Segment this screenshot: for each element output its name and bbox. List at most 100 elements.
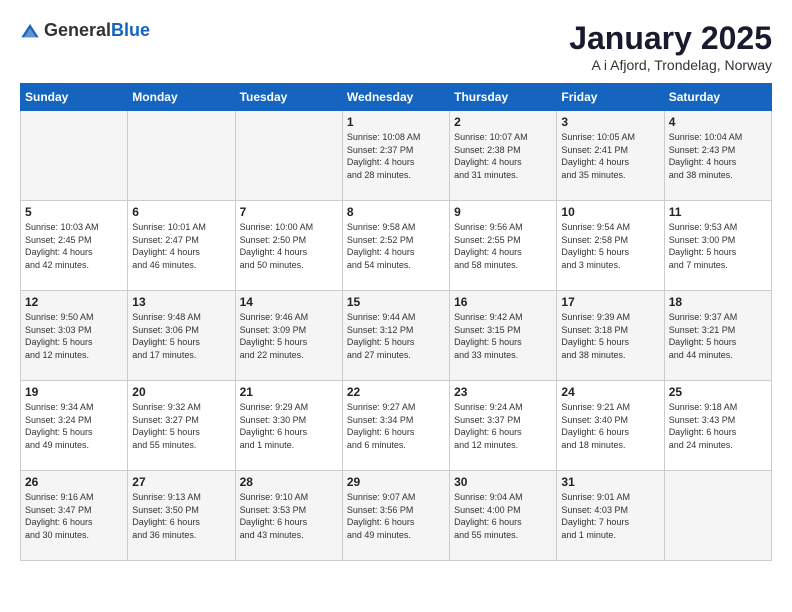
day-cell: 12Sunrise: 9:50 AM Sunset: 3:03 PM Dayli… xyxy=(21,291,128,381)
logo: GeneralBlue xyxy=(20,20,150,41)
day-cell: 6 Sunrise: 10:01 AM Sunset: 2:47 PM Dayli… xyxy=(128,201,235,291)
day-info: Sunrise: 9:01 AM Sunset: 4:03 PM Dayligh… xyxy=(561,491,659,541)
week-row-3: 12Sunrise: 9:50 AM Sunset: 3:03 PM Dayli… xyxy=(21,291,772,381)
day-number: 12 xyxy=(25,295,123,309)
day-number: 13 xyxy=(132,295,230,309)
day-number: 19 xyxy=(25,385,123,399)
day-cell: 28 Sunrise: 9:10 AM Sunset: 3:53 PM Dayli… xyxy=(235,471,342,561)
day-cell: 13 Sunrise: 9:48 AM Sunset: 3:06 PM Dayli… xyxy=(128,291,235,381)
day-info: Sunrise: 9:48 AM Sunset: 3:06 PM Dayligh… xyxy=(132,311,230,361)
day-number: 27 xyxy=(132,475,230,489)
day-cell: 21 Sunrise: 9:29 AM Sunset: 3:30 PM Dayli… xyxy=(235,381,342,471)
day-info: Sunrise: 9:07 AM Sunset: 3:56 PM Dayligh… xyxy=(347,491,445,541)
day-number: 15 xyxy=(347,295,445,309)
day-info: Sunrise: 9:04 AM Sunset: 4:00 PM Dayligh… xyxy=(454,491,552,541)
day-number: 22 xyxy=(347,385,445,399)
day-cell: 17 Sunrise: 9:39 AM Sunset: 3:18 PM Dayli… xyxy=(557,291,664,381)
day-cell: 2 Sunrise: 10:07 AM Sunset: 2:38 PM Dayli… xyxy=(450,111,557,201)
day-cell xyxy=(128,111,235,201)
day-cell: 8Sunrise: 9:58 AM Sunset: 2:52 PM Daylig… xyxy=(342,201,449,291)
day-info: Sunrise: 9:46 AM Sunset: 3:09 PM Dayligh… xyxy=(240,311,338,361)
header: GeneralBlue January 2025 A i Afjord, Tro… xyxy=(20,20,772,73)
day-info: Sunrise: 9:18 AM Sunset: 3:43 PM Dayligh… xyxy=(669,401,767,451)
week-row-2: 5 Sunrise: 10:03 AM Sunset: 2:45 PM Dayli… xyxy=(21,201,772,291)
header-cell-wednesday: Wednesday xyxy=(342,84,449,111)
day-info: Sunrise: 10:01 AM Sunset: 2:47 PM Daylig… xyxy=(132,221,230,271)
day-cell: 19 Sunrise: 9:34 AM Sunset: 3:24 PM Dayli… xyxy=(21,381,128,471)
day-info: Sunrise: 9:54 AM Sunset: 2:58 PM Dayligh… xyxy=(561,221,659,271)
day-number: 26 xyxy=(25,475,123,489)
day-cell: 18Sunrise: 9:37 AM Sunset: 3:21 PM Dayli… xyxy=(664,291,771,381)
header-row: SundayMondayTuesdayWednesdayThursdayFrid… xyxy=(21,84,772,111)
day-number: 3 xyxy=(561,115,659,129)
day-info: Sunrise: 10:04 AM Sunset: 2:43 PM Daylig… xyxy=(669,131,767,181)
day-cell: 15Sunrise: 9:44 AM Sunset: 3:12 PM Dayli… xyxy=(342,291,449,381)
day-info: Sunrise: 9:56 AM Sunset: 2:55 PM Dayligh… xyxy=(454,221,552,271)
day-cell: 16 Sunrise: 9:42 AM Sunset: 3:15 PM Dayli… xyxy=(450,291,557,381)
header-cell-saturday: Saturday xyxy=(664,84,771,111)
header-cell-sunday: Sunday xyxy=(21,84,128,111)
header-cell-monday: Monday xyxy=(128,84,235,111)
day-cell: 14 Sunrise: 9:46 AM Sunset: 3:09 PM Dayli… xyxy=(235,291,342,381)
day-number: 23 xyxy=(454,385,552,399)
day-number: 20 xyxy=(132,385,230,399)
calendar-table: SundayMondayTuesdayWednesdayThursdayFrid… xyxy=(20,83,772,561)
day-cell: 3 Sunrise: 10:05 AM Sunset: 2:41 PM Dayli… xyxy=(557,111,664,201)
day-number: 2 xyxy=(454,115,552,129)
day-number: 31 xyxy=(561,475,659,489)
day-info: Sunrise: 9:10 AM Sunset: 3:53 PM Dayligh… xyxy=(240,491,338,541)
day-info: Sunrise: 9:29 AM Sunset: 3:30 PM Dayligh… xyxy=(240,401,338,451)
day-number: 29 xyxy=(347,475,445,489)
day-info: Sunrise: 9:39 AM Sunset: 3:18 PM Dayligh… xyxy=(561,311,659,361)
logo-icon xyxy=(20,21,40,41)
header-cell-thursday: Thursday xyxy=(450,84,557,111)
day-number: 11 xyxy=(669,205,767,219)
day-info: Sunrise: 10:03 AM Sunset: 2:45 PM Daylig… xyxy=(25,221,123,271)
day-cell: 1 Sunrise: 10:08 AM Sunset: 2:37 PM Dayli… xyxy=(342,111,449,201)
day-cell: 29 Sunrise: 9:07 AM Sunset: 3:56 PM Dayli… xyxy=(342,471,449,561)
day-cell: 4 Sunrise: 10:04 AM Sunset: 2:43 PM Dayli… xyxy=(664,111,771,201)
day-cell xyxy=(664,471,771,561)
day-number: 1 xyxy=(347,115,445,129)
day-number: 24 xyxy=(561,385,659,399)
day-info: Sunrise: 9:24 AM Sunset: 3:37 PM Dayligh… xyxy=(454,401,552,451)
day-cell: 31 Sunrise: 9:01 AM Sunset: 4:03 PM Dayli… xyxy=(557,471,664,561)
day-info: Sunrise: 10:05 AM Sunset: 2:41 PM Daylig… xyxy=(561,131,659,181)
day-cell: 11 Sunrise: 9:53 AM Sunset: 3:00 PM Dayli… xyxy=(664,201,771,291)
day-info: Sunrise: 9:53 AM Sunset: 3:00 PM Dayligh… xyxy=(669,221,767,271)
day-info: Sunrise: 10:07 AM Sunset: 2:38 PM Daylig… xyxy=(454,131,552,181)
day-info: Sunrise: 10:08 AM Sunset: 2:37 PM Daylig… xyxy=(347,131,445,181)
day-cell: 10 Sunrise: 9:54 AM Sunset: 2:58 PM Dayli… xyxy=(557,201,664,291)
day-number: 16 xyxy=(454,295,552,309)
day-info: Sunrise: 9:27 AM Sunset: 3:34 PM Dayligh… xyxy=(347,401,445,451)
subtitle: A i Afjord, Trondelag, Norway xyxy=(569,57,772,73)
week-row-1: 1 Sunrise: 10:08 AM Sunset: 2:37 PM Dayli… xyxy=(21,111,772,201)
day-number: 21 xyxy=(240,385,338,399)
day-cell: 27Sunrise: 9:13 AM Sunset: 3:50 PM Dayli… xyxy=(128,471,235,561)
main-title: January 2025 xyxy=(569,20,772,57)
day-info: Sunrise: 9:21 AM Sunset: 3:40 PM Dayligh… xyxy=(561,401,659,451)
day-info: Sunrise: 9:42 AM Sunset: 3:15 PM Dayligh… xyxy=(454,311,552,361)
day-number: 30 xyxy=(454,475,552,489)
day-cell: 23 Sunrise: 9:24 AM Sunset: 3:37 PM Dayli… xyxy=(450,381,557,471)
day-number: 14 xyxy=(240,295,338,309)
day-info: Sunrise: 10:00 AM Sunset: 2:50 PM Daylig… xyxy=(240,221,338,271)
header-cell-friday: Friday xyxy=(557,84,664,111)
day-info: Sunrise: 9:34 AM Sunset: 3:24 PM Dayligh… xyxy=(25,401,123,451)
day-cell: 5 Sunrise: 10:03 AM Sunset: 2:45 PM Dayli… xyxy=(21,201,128,291)
day-cell: 20Sunrise: 9:32 AM Sunset: 3:27 PM Dayli… xyxy=(128,381,235,471)
header-cell-tuesday: Tuesday xyxy=(235,84,342,111)
day-number: 9 xyxy=(454,205,552,219)
logo-general: GeneralBlue xyxy=(44,20,150,41)
day-number: 5 xyxy=(25,205,123,219)
day-number: 10 xyxy=(561,205,659,219)
day-cell xyxy=(21,111,128,201)
day-number: 17 xyxy=(561,295,659,309)
day-number: 28 xyxy=(240,475,338,489)
day-cell: 7Sunrise: 10:00 AM Sunset: 2:50 PM Dayli… xyxy=(235,201,342,291)
day-cell: 24 Sunrise: 9:21 AM Sunset: 3:40 PM Dayli… xyxy=(557,381,664,471)
day-number: 4 xyxy=(669,115,767,129)
day-number: 6 xyxy=(132,205,230,219)
day-cell: 26Sunrise: 9:16 AM Sunset: 3:47 PM Dayli… xyxy=(21,471,128,561)
day-cell: 25Sunrise: 9:18 AM Sunset: 3:43 PM Dayli… xyxy=(664,381,771,471)
